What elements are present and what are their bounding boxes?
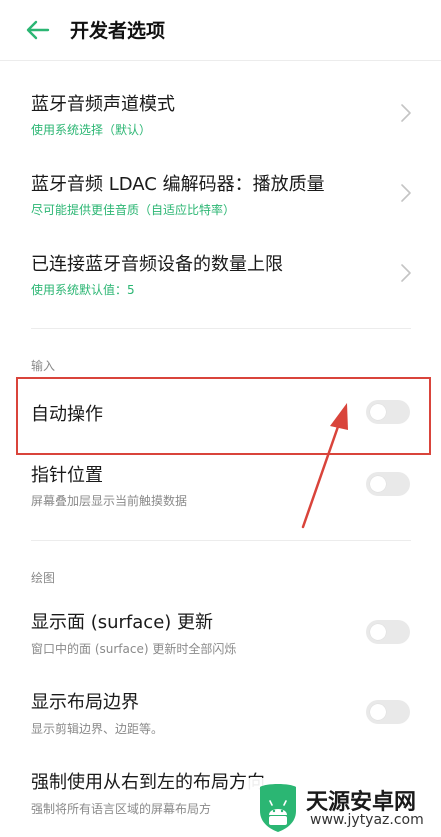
setting-description: 窗口中的面 (surface) 更新时全部闪烁 <box>31 642 237 656</box>
app-bar: 开发者选项 <box>0 0 441 60</box>
android-logo-icon <box>260 784 296 832</box>
setting-bluetooth-channel-mode[interactable]: 蓝牙音频声道模式 使用系统选择（默认） <box>0 80 441 146</box>
setting-description: 屏幕叠加层显示当前触摸数据 <box>31 494 188 508</box>
section-divider <box>31 540 411 541</box>
setting-description: 强制将所有语言区域的屏幕布局方 <box>31 802 212 816</box>
setting-show-surface-updates[interactable]: 显示面 (surface) 更新 窗口中的面 (surface) 更新时全部闪烁 <box>0 600 441 666</box>
setting-title: 已连接蓝牙音频设备的数量上限 <box>31 254 283 275</box>
layout-bounds-toggle[interactable] <box>366 700 410 724</box>
setting-title: 指针位置 <box>31 465 103 486</box>
setting-value: 使用系统选择（默认） <box>31 123 152 137</box>
setting-title: 显示面 (surface) 更新 <box>31 612 214 633</box>
setting-show-layout-bounds[interactable]: 显示布局边界 显示剪辑边界、边距等。 <box>0 680 441 746</box>
toggle-knob <box>370 704 386 720</box>
annotation-highlight-box <box>16 377 431 455</box>
pointer-location-toggle[interactable] <box>366 472 410 496</box>
setting-title: 显示布局边界 <box>31 692 139 713</box>
setting-bluetooth-ldac-quality[interactable]: 蓝牙音频 LDAC 编解码器：播放质量 尽可能提供更佳音质（自适应比特率） <box>0 160 441 226</box>
surface-updates-toggle[interactable] <box>366 620 410 644</box>
header-divider <box>0 60 441 61</box>
setting-pointer-location[interactable]: 指针位置 屏幕叠加层显示当前触摸数据 <box>0 456 441 522</box>
watermark-url: www.jytyaz.com <box>310 812 424 828</box>
section-header-input: 输入 <box>31 359 56 373</box>
back-arrow-icon[interactable] <box>26 20 50 40</box>
setting-description: 显示剪辑边界、边距等。 <box>31 722 164 736</box>
toggle-knob <box>370 624 386 640</box>
page-title: 开发者选项 <box>70 20 166 42</box>
watermark: 天源安卓网 www.jytyaz.com <box>244 778 441 837</box>
setting-value: 使用系统默认值：5 <box>31 283 135 297</box>
setting-title: 蓝牙音频 LDAC 编解码器：播放质量 <box>31 174 325 195</box>
chevron-right-icon <box>401 104 411 122</box>
setting-bluetooth-max-devices[interactable]: 已连接蓝牙音频设备的数量上限 使用系统默认值：5 <box>0 240 441 306</box>
setting-title: 蓝牙音频声道模式 <box>31 94 175 115</box>
chevron-right-icon <box>401 184 411 202</box>
section-header-drawing: 绘图 <box>31 571 56 585</box>
toggle-knob <box>370 476 386 492</box>
setting-title: 强制使用从右到左的布局方向 <box>31 772 265 793</box>
chevron-right-icon <box>401 264 411 282</box>
section-divider <box>31 328 411 329</box>
setting-value: 尽可能提供更佳音质（自适应比特率） <box>31 203 236 217</box>
